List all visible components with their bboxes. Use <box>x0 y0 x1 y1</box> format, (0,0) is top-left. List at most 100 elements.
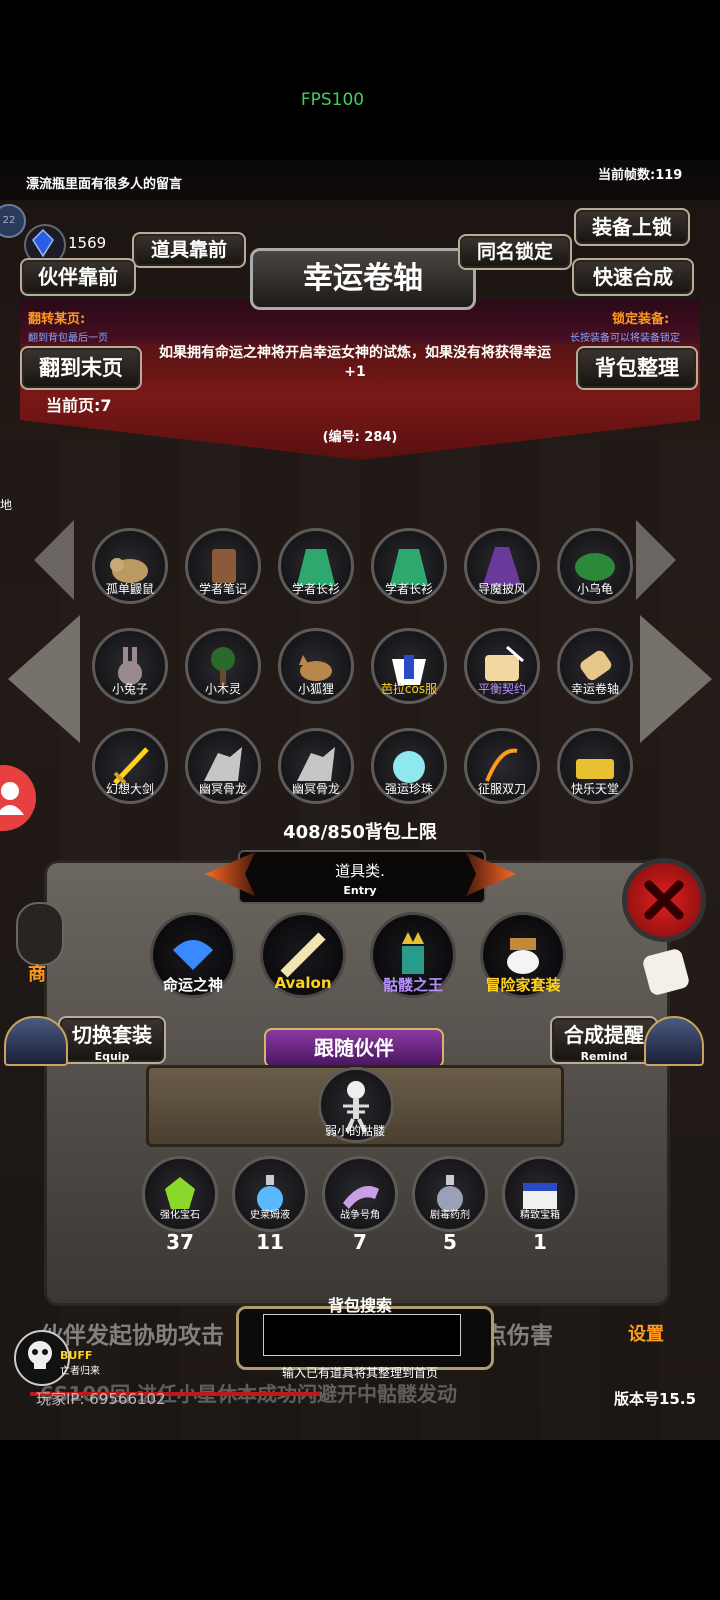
bag-search-hint: 输入已有道具将其整理到首页 <box>281 1366 438 1380</box>
equipped-slot-label: 命运之神 <box>162 976 223 994</box>
bag-slot-label: 强运珍珠 <box>384 782 433 796</box>
combine-remind-button[interactable]: 合成提醒 Remind <box>550 1016 658 1064</box>
item-front-button[interactable]: 道具靠前 <box>132 232 246 268</box>
bottle-message: 漂流瓶里面有很多人的留言 <box>26 177 183 192</box>
bag-slot[interactable]: 幽冥骨龙 <box>183 728 263 806</box>
bag-slot[interactable]: 幽冥骨龙 <box>276 728 356 806</box>
equipped-slot-label: Avalon <box>274 974 332 992</box>
bag-slot-label: 小狐狸 <box>297 682 334 696</box>
small-left-arrow-icon[interactable] <box>34 520 74 600</box>
equip-lock-button[interactable]: 装备上锁 <box>574 208 690 246</box>
consumable-count: 1 <box>533 1230 547 1254</box>
bag-slot-label: 学者长衫 <box>291 582 340 596</box>
settings-label[interactable]: 设置 <box>628 1320 664 1346</box>
equipped-slot[interactable]: Avalon <box>260 912 350 1002</box>
equipped-slot-label: 骷髅之王 <box>382 976 443 994</box>
frame-count: 当前帧数:119 <box>598 168 683 183</box>
consumable-slot[interactable]: 剧毒药剂 5 <box>410 1156 490 1254</box>
switch-set-sub: Equip <box>94 1050 130 1063</box>
bag-search-input[interactable] <box>263 1314 461 1356</box>
flip-page-hint-title: 翻转某页: <box>28 312 86 327</box>
flip-page-hint-sub: 翻到背包最后一页 <box>28 333 108 344</box>
bag-slot-label: 导魔披风 <box>477 582 526 596</box>
version: 版本号15.5 <box>614 1390 697 1408</box>
consumable-slot[interactable]: 史莱姆液 11 <box>230 1156 310 1254</box>
equipped-slot-label: 冒险家套装 <box>485 976 561 994</box>
consumable-label: 史莱姆液 <box>250 1210 290 1221</box>
bag-slot[interactable]: 征服双刀 <box>462 728 542 806</box>
helmet-icon <box>4 1016 68 1066</box>
bag-slot-label: 小兔子 <box>111 682 148 696</box>
consumable-count: 7 <box>353 1230 367 1254</box>
consumable-slot[interactable]: 精致宝箱 1 <box>500 1156 580 1254</box>
scroll-message-right: 点伤害 <box>484 1323 553 1349</box>
person-icon <box>0 782 24 815</box>
bag-slot-label: 平衡契约 <box>477 682 526 696</box>
consumable-slot[interactable]: 战争号角 7 <box>320 1156 400 1254</box>
user-avatar-button[interactable] <box>0 765 36 831</box>
bag-sort-button[interactable]: 背包整理 <box>576 346 698 390</box>
bag-slot-label: 快乐天堂 <box>570 782 619 796</box>
go-last-page-button[interactable]: 翻到末页 <box>20 346 142 390</box>
bag-slot[interactable]: 快乐天堂 <box>555 728 635 806</box>
bag-slot[interactable]: 强运珍珠 <box>369 728 449 806</box>
category-entry: Entry <box>343 884 377 897</box>
shop-button[interactable] <box>16 902 64 966</box>
partner-name: 弱小的骷髅 <box>324 1124 385 1138</box>
bag-slot[interactable]: 平衡契约 <box>462 628 542 706</box>
buff-label: BUFF <box>60 1349 93 1362</box>
level-badge: 22 <box>0 204 26 238</box>
consumables-row: 强化宝石 37 史莱姆液 11 战争号角 7 剧毒药剂 5 精致宝箱 1 <box>140 1156 610 1254</box>
bag-slot[interactable]: 孤单鼹鼠 <box>90 528 170 606</box>
bag-slot[interactable]: 导魔披风 <box>462 528 542 606</box>
combine-remind-sub: Remind <box>580 1050 628 1063</box>
bag-slot[interactable]: 幸运卷轴 <box>555 628 635 706</box>
bag-slot[interactable]: 小兔子 <box>90 628 170 706</box>
quick-combine-button[interactable]: 快速合成 <box>572 258 694 296</box>
consumable-count: 11 <box>256 1230 284 1254</box>
consumable-label: 战争号角 <box>340 1210 380 1221</box>
page-left-arrow-icon[interactable] <box>8 615 80 743</box>
item-description: 如果拥有命运之神将开启幸运女神的试炼，如果没有将获得幸运+1 <box>159 345 551 380</box>
bag-slot[interactable]: 学者长衫 <box>276 528 356 606</box>
consumable-slot[interactable]: 强化宝石 37 <box>140 1156 220 1254</box>
bag-slot[interactable]: 幻想大剑 <box>90 728 170 806</box>
bag-slot[interactable]: 小木灵 <box>183 628 263 706</box>
same-name-lock-button[interactable]: 同名锁定 <box>458 234 572 270</box>
buff-sub: 亡者归来 <box>60 1366 100 1377</box>
bag-slot-label: 幻想大剑 <box>105 782 154 796</box>
switch-set-button[interactable]: 切换套装 Equip <box>58 1016 166 1064</box>
equipped-slot[interactable]: 命运之神 <box>150 912 240 1002</box>
bag-capacity: 408/850背包上限 <box>283 822 437 843</box>
bag-slot[interactable]: 小狐狸 <box>276 628 356 706</box>
bag-slot-label: 学者长衫 <box>384 582 433 596</box>
consumable-label: 强化宝石 <box>160 1210 200 1221</box>
bag-slot[interactable]: 小乌龟 <box>555 528 635 606</box>
combine-remind-label: 合成提醒 <box>564 1023 644 1047</box>
switch-set-label: 切换套装 <box>72 1023 152 1047</box>
bag-slot[interactable]: 学者笔记 <box>183 528 263 606</box>
bag-slot[interactable]: 芭拉cos服 <box>369 628 449 706</box>
page-right-arrow-icon[interactable] <box>640 615 712 743</box>
equipped-slot[interactable]: 冒险家套装 <box>480 912 570 1002</box>
item-title: 幸运卷轴 <box>250 248 476 310</box>
bag-slot-label: 征服双刀 <box>477 782 526 796</box>
game-viewport: 漂流瓶里面有很多人的留言 当前帧数:119 22 1569 幸运卷轴 道具靠前 … <box>0 160 720 1440</box>
bag-slot[interactable]: 学者长衫 <box>369 528 449 606</box>
bag-search-title: 背包搜索 <box>327 1296 392 1315</box>
lock-equip-hint-title: 锁定装备: <box>612 312 670 327</box>
player-ip: 玩家IP: 69566102 <box>36 1390 166 1408</box>
close-button[interactable] <box>622 858 706 942</box>
consumable-label: 剧毒药剂 <box>430 1210 470 1221</box>
item-id: (编号: 284) <box>322 430 398 445</box>
equipped-slot[interactable]: 骷髅之王 <box>370 912 460 1002</box>
scroll-message-left: 伙伴发起协助攻击 <box>40 1323 224 1349</box>
gem-count: 1569 <box>68 234 107 252</box>
close-icon <box>644 880 684 920</box>
current-page: 当前页:7 <box>46 396 112 415</box>
bag-slot-label: 学者笔记 <box>198 582 247 596</box>
fps-counter: FPS100 <box>300 90 365 110</box>
partner-front-button[interactable]: 伙伴靠前 <box>20 258 136 296</box>
bag-slot-label: 小木灵 <box>204 682 241 696</box>
follow-partner-title: 跟随伙伴 <box>264 1028 444 1068</box>
